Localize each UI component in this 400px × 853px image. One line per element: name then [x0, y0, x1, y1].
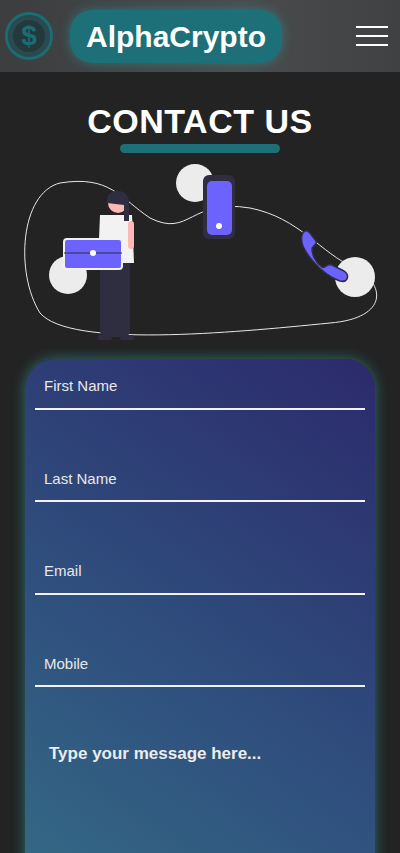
- contact-illustration: [0, 163, 400, 353]
- text-field[interactable]: [35, 550, 365, 595]
- page-heading: CONTACT US: [0, 102, 400, 141]
- heading-underline: [120, 144, 280, 153]
- menu-icon[interactable]: [356, 26, 388, 46]
- logo-icon[interactable]: $: [5, 12, 53, 60]
- text-field[interactable]: [35, 365, 365, 410]
- message-field[interactable]: [35, 725, 365, 853]
- text-field[interactable]: [35, 458, 365, 503]
- contact-form: [25, 359, 375, 853]
- top-navbar: $ AlphaCrypto: [0, 0, 400, 72]
- text-field[interactable]: [35, 643, 365, 688]
- brand-link[interactable]: AlphaCrypto: [70, 10, 282, 63]
